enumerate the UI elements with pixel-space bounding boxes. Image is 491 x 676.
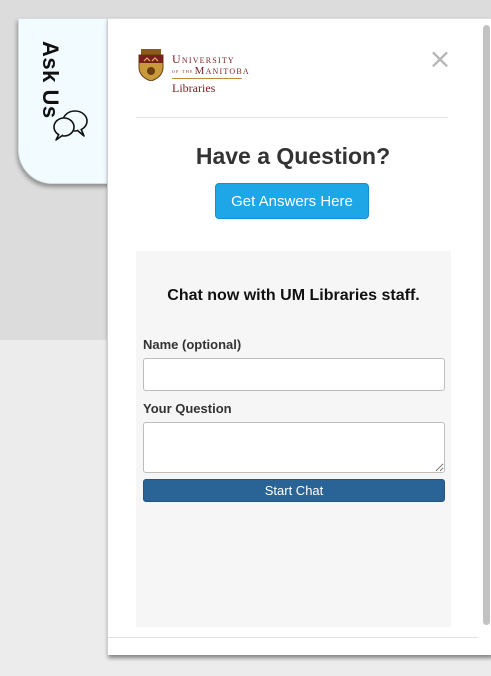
university-logo: University of theManitoba Libraries (138, 49, 249, 95)
name-label: Name (optional) (143, 337, 242, 352)
close-icon[interactable]: × (428, 45, 452, 73)
university-crest-icon (138, 49, 164, 81)
speech-bubbles-icon (53, 110, 88, 141)
chat-title: Chat now with UM Libraries staff. (167, 287, 420, 304)
scrollbar[interactable] (483, 25, 490, 625)
logo-of-the-text: of the (172, 69, 194, 75)
ask-us-tab[interactable]: Ask Us (18, 18, 119, 184)
logo-manitoba-word: Manitoba (194, 65, 250, 77)
panel-footer-divider (108, 637, 478, 638)
question-label: Your Question (143, 401, 232, 416)
start-chat-button[interactable]: Start Chat (143, 479, 445, 502)
question-textarea[interactable] (143, 422, 445, 473)
chat-panel: University of theManitoba Libraries × Ha… (107, 18, 491, 655)
logo-divider (172, 78, 242, 79)
chat-form: Chat now with UM Libraries staff. Name (… (136, 251, 451, 627)
header-divider (136, 117, 448, 118)
get-answers-button[interactable]: Get Answers Here (215, 183, 369, 219)
logo-manitoba-text: of theManitoba (172, 65, 250, 77)
logo-libraries-text: Libraries (172, 81, 216, 95)
page-title: Have a Question? (195, 143, 391, 169)
name-input[interactable] (143, 358, 445, 391)
